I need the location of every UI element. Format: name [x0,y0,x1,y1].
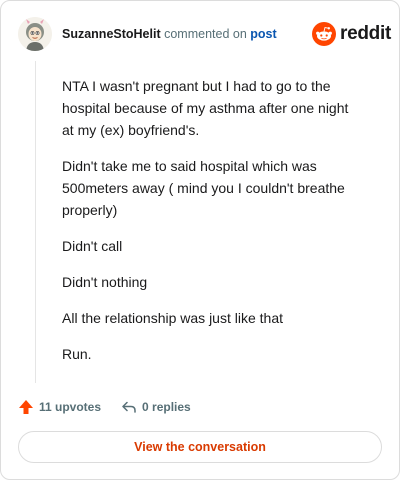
reddit-wordmark: reddit [340,23,391,44]
upvotes-count: 11 upvotes [39,400,102,414]
upvotes[interactable]: 11 upvotes [18,399,101,415]
username-link[interactable]: SuzanneStoHelit [62,27,161,41]
thread-line [35,61,36,383]
view-conversation-button[interactable]: View the conversation [18,431,382,463]
avatar-icon [18,17,52,51]
avatar[interactable] [18,17,52,51]
comment-body: NTA I wasn't pregnant but I had to go to… [62,75,362,379]
replies[interactable]: 0 replies [121,399,191,415]
embedded-comment-card: SuzanneStoHelit commented on post reddit… [0,0,400,480]
reddit-logo-icon [312,22,336,46]
comment-header: SuzanneStoHelit commented on post [62,27,277,41]
comment-paragraph: Didn't nothing [62,274,148,290]
reddit-brand[interactable]: reddit [312,22,391,46]
upvote-arrow-icon[interactable] [18,399,34,415]
comment-paragraph: NTA I wasn't pregnant but I had to go to… [62,78,349,138]
comment-paragraph: Didn't take me to said hospital which wa… [62,158,345,218]
comment-actions: 11 upvotes 0 replies [18,399,191,415]
reply-arrow-icon[interactable] [121,399,137,415]
replies-count: 0 replies [142,400,191,414]
post-link[interactable]: post [250,27,276,41]
action-text: commented on [164,27,247,41]
comment-paragraph: Run. [62,346,92,362]
comment-paragraph: Didn't call [62,238,123,254]
comment-paragraph: All the relationship was just like that [62,310,283,326]
